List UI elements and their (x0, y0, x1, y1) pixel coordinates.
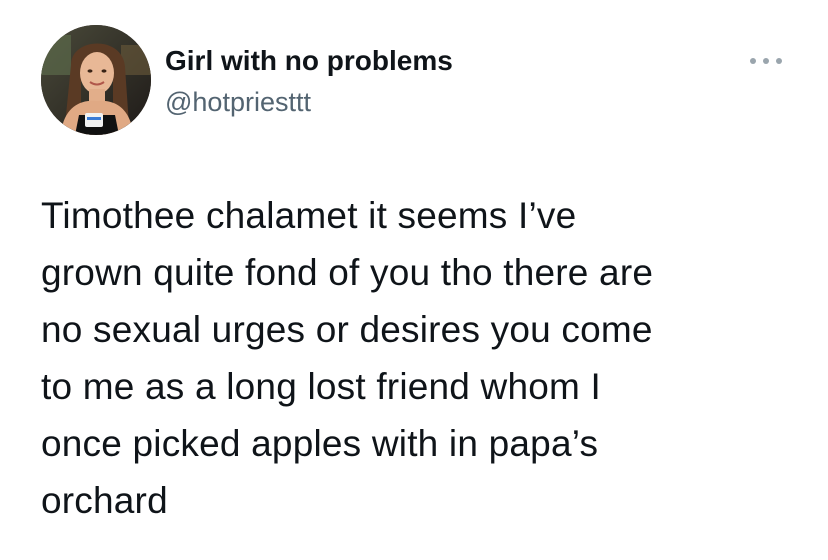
author-avatar[interactable] (41, 25, 151, 135)
author-display-name[interactable]: Girl with no problems (165, 44, 453, 78)
tweet-card: Girl with no problems @hotpriesttt Timot… (0, 0, 828, 560)
profile-photo-icon (41, 25, 151, 135)
more-options-button[interactable] (748, 48, 784, 74)
more-horizontal-icon-dot (776, 58, 782, 64)
more-horizontal-icon-dot (763, 58, 769, 64)
author-handle[interactable]: @hotpriesttt (165, 86, 311, 118)
more-horizontal-icon (750, 58, 756, 64)
tweet-text: Timothee chalamet it seems I’ve grown qu… (41, 195, 654, 521)
